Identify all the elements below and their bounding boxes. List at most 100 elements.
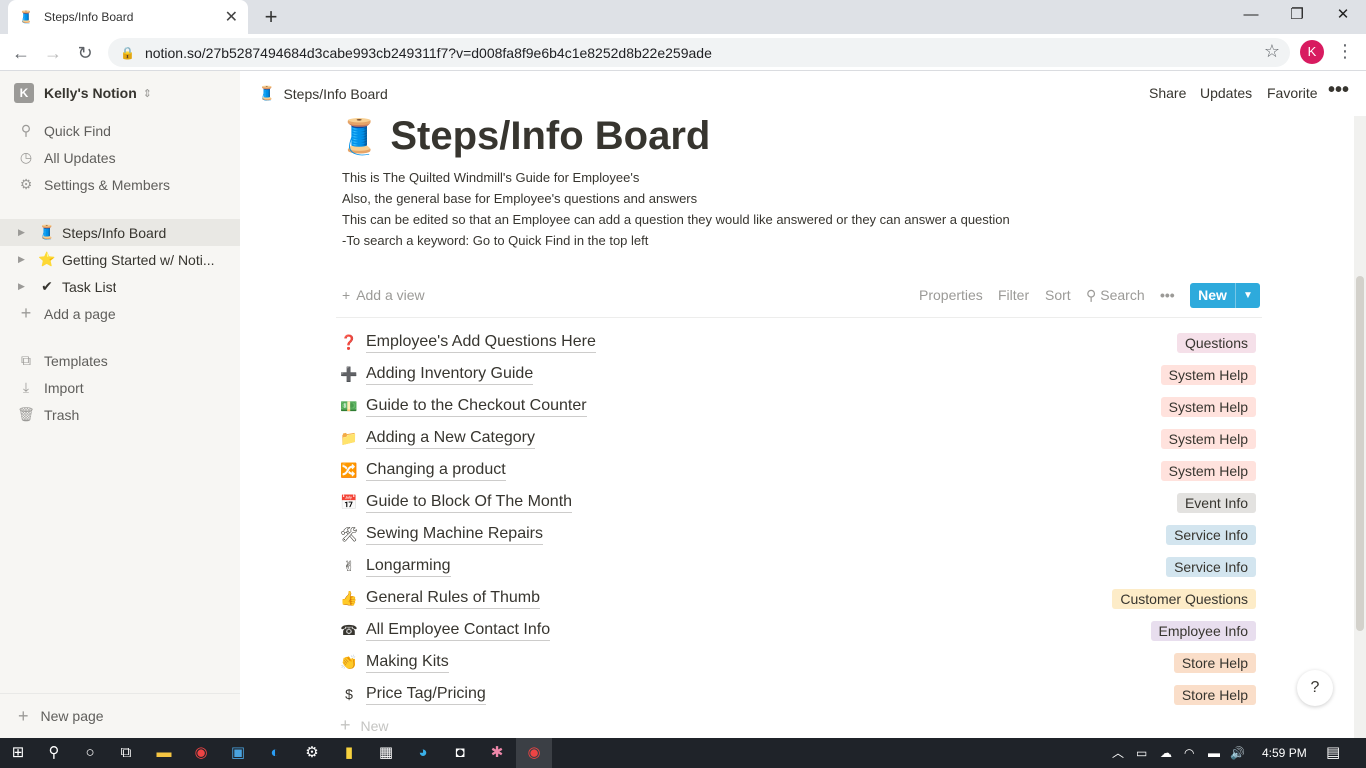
- chevron-down-icon[interactable]: ▼: [1236, 290, 1260, 301]
- table-row[interactable]: 🛠 Sewing Machine Repairs Service Info: [336, 518, 1262, 550]
- updates-button[interactable]: Updates: [1200, 85, 1252, 101]
- page-description-line[interactable]: This can be edited so that an Employee c…: [342, 212, 1010, 227]
- row-title[interactable]: Sewing Machine Repairs: [366, 524, 543, 545]
- sidebar-item-all-updates[interactable]: ◷ All Updates: [0, 144, 240, 171]
- sticky-notes-icon[interactable]: ▮: [331, 738, 367, 768]
- maximize-window-icon[interactable]: ❐: [1274, 0, 1320, 32]
- new-tab-button[interactable]: +: [258, 4, 284, 30]
- table-row[interactable]: 📅 Guide to Block Of The Month Event Info: [336, 486, 1262, 518]
- new-record-button[interactable]: New ▼: [1190, 283, 1260, 308]
- expand-triangle-icon[interactable]: ▶: [18, 254, 30, 265]
- table-row[interactable]: 📁 Adding a New Category System Help: [336, 422, 1262, 454]
- browser-tab[interactable]: 🧵 Steps/Info Board ✕: [8, 0, 248, 34]
- close-tab-icon[interactable]: ✕: [225, 7, 238, 27]
- sidebar-item-quick-find[interactable]: ⚲ Quick Find: [0, 117, 240, 144]
- page-description-line[interactable]: Also, the general base for Employee's qu…: [342, 191, 697, 206]
- page-icon[interactable]: 🧵: [338, 117, 380, 157]
- add-view-button[interactable]: + Add a view: [342, 287, 425, 303]
- page-scrollbar[interactable]: [1354, 116, 1366, 738]
- table-row[interactable]: 💵 Guide to the Checkout Counter System Hel…: [336, 390, 1262, 422]
- calculator-icon[interactable]: ▦: [368, 738, 404, 768]
- file-explorer-icon[interactable]: ▬: [146, 738, 182, 768]
- row-title[interactable]: Changing a product: [366, 460, 506, 481]
- expand-triangle-icon[interactable]: ▶: [18, 227, 30, 238]
- more-options-icon[interactable]: •••: [1328, 79, 1349, 102]
- share-button[interactable]: Share: [1149, 85, 1186, 101]
- filter-button[interactable]: Filter: [998, 287, 1029, 303]
- sidebar-page-task-list[interactable]: ▶ ✔ Task List: [0, 273, 240, 300]
- table-row[interactable]: 👍 General Rules of Thumb Customer Question…: [336, 582, 1262, 614]
- page-description-line[interactable]: -To search a keyword: Go to Quick Find i…: [342, 233, 648, 248]
- row-title[interactable]: All Employee Contact Info: [366, 620, 551, 641]
- cortana-icon[interactable]: ○: [72, 738, 108, 768]
- new-row-button[interactable]: + New: [340, 715, 389, 736]
- row-title[interactable]: Making Kits: [366, 652, 449, 673]
- more-options-icon[interactable]: •••: [1160, 287, 1175, 303]
- volume-icon[interactable]: 🔊: [1230, 738, 1245, 768]
- camera-icon[interactable]: ◘: [442, 738, 478, 768]
- row-title[interactable]: Adding Inventory Guide: [366, 364, 534, 385]
- table-row[interactable]: ➕ Adding Inventory Guide System Help: [336, 358, 1262, 390]
- sidebar-item-templates[interactable]: ⧉ Templates: [0, 347, 240, 374]
- wifi-icon[interactable]: ◠: [1184, 738, 1194, 768]
- task-view-icon[interactable]: ⧉: [108, 738, 144, 768]
- help-button[interactable]: ?: [1297, 670, 1333, 706]
- sidebar-item-settings[interactable]: ⚙ Settings & Members: [0, 171, 240, 198]
- sidebar-item-trash[interactable]: 🗑 Trash: [0, 401, 240, 428]
- chrome-active-icon[interactable]: ◉: [516, 738, 552, 768]
- expand-triangle-icon[interactable]: ▶: [18, 281, 30, 292]
- row-title[interactable]: Guide to Block Of The Month: [366, 492, 573, 513]
- table-row[interactable]: ❓ Employee's Add Questions Here Questions: [336, 326, 1262, 358]
- clock-time[interactable]: 4:59 PM: [1262, 738, 1307, 768]
- sidebar-page-getting-started[interactable]: ▶ ⭐ Getting Started w/ Noti...: [0, 246, 240, 273]
- search-button[interactable]: ⚲ Search: [1086, 287, 1145, 304]
- windows-start-icon[interactable]: ⊞: [0, 738, 36, 768]
- tag-badge: Service Info: [1166, 557, 1256, 577]
- battery-icon[interactable]: ▬: [1208, 738, 1220, 768]
- meet-now-icon[interactable]: ▭: [1136, 738, 1147, 768]
- notifications-icon[interactable]: ▤: [1326, 738, 1340, 768]
- sort-button[interactable]: Sort: [1045, 287, 1071, 303]
- breadcrumb[interactable]: 🧵 Steps/Info Board: [258, 85, 388, 102]
- new-page-button[interactable]: + New page: [0, 693, 240, 738]
- favorite-button[interactable]: Favorite: [1267, 85, 1318, 101]
- table-row[interactable]: ☎ All Employee Contact Info Employee Info: [336, 614, 1262, 646]
- minimize-window-icon[interactable]: —: [1228, 0, 1274, 32]
- show-hidden-icons-icon[interactable]: ︿: [1112, 738, 1124, 768]
- address-bar[interactable]: 🔒 notion.so/27b5287494684d3cabe993cb2493…: [108, 38, 1290, 67]
- profile-avatar[interactable]: K: [1300, 40, 1324, 64]
- forward-arrow-icon[interactable]: →: [40, 40, 66, 66]
- table-row[interactable]: 👏 Making Kits Store Help: [336, 646, 1262, 678]
- properties-button[interactable]: Properties: [919, 287, 983, 303]
- chrome-icon[interactable]: ◉: [183, 738, 219, 768]
- row-title[interactable]: Longarming: [366, 556, 451, 577]
- reload-icon[interactable]: ↻: [72, 40, 98, 66]
- browser-menu-icon[interactable]: ⋮: [1336, 40, 1354, 64]
- edge-icon[interactable]: ◕: [405, 738, 441, 768]
- table-row[interactable]: ✌ Longarming Service Info: [336, 550, 1262, 582]
- sidebar-item-import[interactable]: ⤓ Import: [0, 374, 240, 401]
- add-page-button[interactable]: + Add a page: [0, 300, 240, 327]
- close-window-icon[interactable]: ✕: [1320, 0, 1366, 32]
- scrollbar-thumb[interactable]: [1356, 276, 1364, 631]
- row-title[interactable]: General Rules of Thumb: [366, 588, 541, 609]
- row-title[interactable]: Price Tag/Pricing: [366, 684, 486, 705]
- table-row[interactable]: 🔀 Changing a product System Help: [336, 454, 1262, 486]
- search-icon[interactable]: ⚲: [36, 738, 72, 768]
- row-title[interactable]: Adding a New Category: [366, 428, 535, 449]
- settings-gear-icon[interactable]: ⚙: [294, 738, 330, 768]
- onedrive-icon[interactable]: ☁: [1160, 738, 1172, 768]
- photos-icon[interactable]: ▣: [220, 738, 256, 768]
- page-description-line[interactable]: This is The Quilted Windmill's Guide for…: [342, 170, 639, 185]
- table-row[interactable]: $ Price Tag/Pricing Store Help: [336, 678, 1262, 710]
- back-arrow-icon[interactable]: ←: [8, 40, 34, 66]
- row-title[interactable]: Guide to the Checkout Counter: [366, 396, 587, 417]
- workspace-switcher[interactable]: K Kelly's Notion ⇕: [14, 83, 152, 103]
- sidebar-page-steps-info-board[interactable]: ▶ 🧵 Steps/Info Board: [0, 219, 240, 246]
- page-title[interactable]: Steps/Info Board: [390, 114, 710, 159]
- row-title[interactable]: Employee's Add Questions Here: [366, 332, 596, 353]
- bookmark-star-icon[interactable]: ☆: [1264, 41, 1280, 62]
- slack-icon[interactable]: ✱: [479, 738, 515, 768]
- edge-legacy-icon[interactable]: ◐: [257, 738, 293, 768]
- clock-icon: ◷: [19, 149, 33, 165]
